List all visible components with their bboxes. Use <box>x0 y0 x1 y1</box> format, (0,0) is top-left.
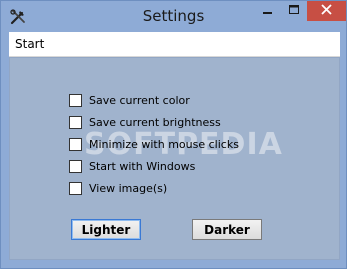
checkbox[interactable] <box>69 159 82 173</box>
checkbox[interactable] <box>69 115 82 129</box>
title-bar[interactable]: Settings <box>1 1 346 31</box>
option-label: Save current color <box>89 93 190 107</box>
close-button[interactable] <box>307 1 346 21</box>
maximize-button[interactable] <box>281 1 307 21</box>
option-label: Save current brightness <box>89 115 221 129</box>
menu-bar: Start <box>9 32 340 57</box>
option-label: Minimize with mouse clicks <box>89 137 239 151</box>
maximize-icon <box>289 2 299 20</box>
settings-window: Settings Start SOFTPEDIA Save current co… <box>0 0 347 269</box>
lighter-button[interactable]: Lighter <box>71 219 141 240</box>
option-label: View image(s) <box>89 181 168 195</box>
option-label: Start with Windows <box>89 159 196 173</box>
checkbox[interactable] <box>69 181 82 195</box>
checkbox[interactable] <box>69 137 82 151</box>
option-start-windows[interactable]: Start with Windows <box>69 158 195 174</box>
option-view-images[interactable]: View image(s) <box>69 180 167 196</box>
checkbox[interactable] <box>69 93 82 107</box>
minimize-button[interactable] <box>254 1 281 21</box>
darker-button[interactable]: Darker <box>192 219 262 240</box>
option-minimize-mouse[interactable]: Minimize with mouse clicks <box>69 136 239 152</box>
settings-panel: SOFTPEDIA Save current color Save curren… <box>9 57 340 260</box>
option-save-color[interactable]: Save current color <box>69 92 190 108</box>
option-save-brightness[interactable]: Save current brightness <box>69 114 221 130</box>
minimize-icon <box>262 2 273 20</box>
close-icon <box>321 2 332 20</box>
menu-item-start[interactable]: Start <box>15 37 44 51</box>
